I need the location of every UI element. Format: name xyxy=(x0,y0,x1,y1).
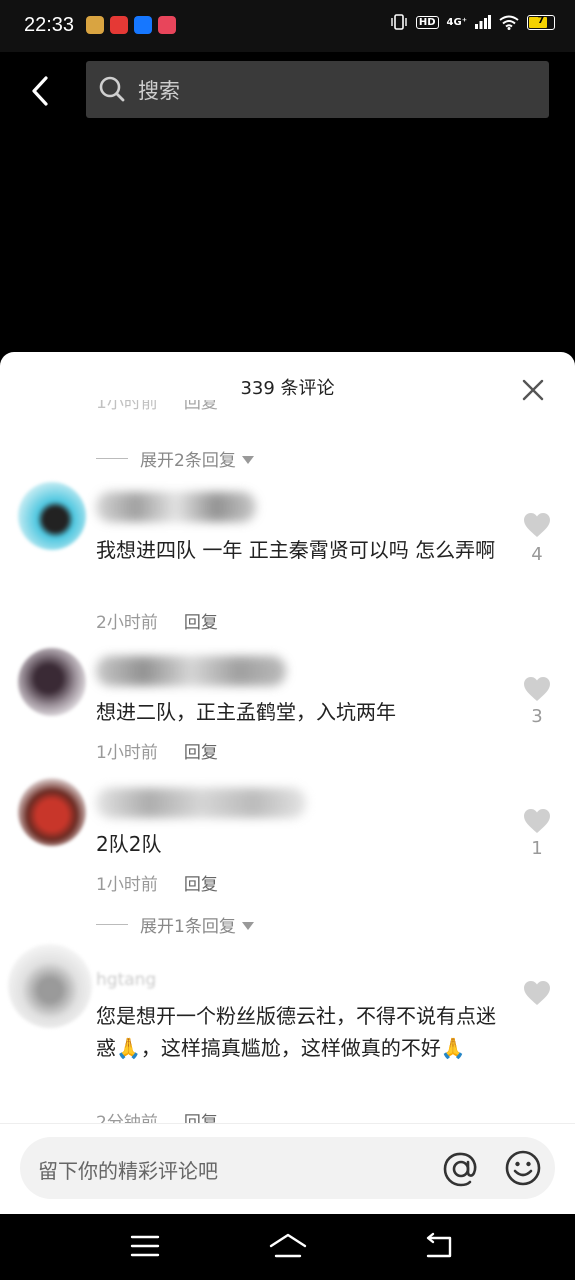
username-blurred[interactable] xyxy=(96,656,286,686)
like-count: 3 xyxy=(531,706,543,727)
heart-icon[interactable] xyxy=(523,676,551,702)
battery-icon: 7 xyxy=(527,14,555,30)
expand-replies-label: 展开1条回复 xyxy=(140,917,236,937)
back-nav-icon[interactable] xyxy=(422,1232,456,1260)
comment-meta: 2小时前 回复 xyxy=(96,608,218,633)
avatar[interactable] xyxy=(18,648,86,716)
wifi-icon xyxy=(499,15,519,30)
avatar[interactable] xyxy=(18,778,86,846)
comment-input-bar: 留下你的精彩评论吧 xyxy=(0,1123,575,1215)
username[interactable]: hgtang xyxy=(96,970,156,990)
app-notification-icon xyxy=(134,16,152,34)
divider-line xyxy=(96,924,128,925)
status-indicators: HD 4G⁺ 7 xyxy=(390,14,555,30)
battery-text: 7 xyxy=(537,14,545,26)
status-bar: 22:33 HD 4G⁺ 7 xyxy=(0,0,575,52)
menu-icon[interactable] xyxy=(128,1232,162,1260)
expand-replies-button[interactable]: 展开2条回复 xyxy=(96,446,254,471)
comment-meta: 1小时前 回复 xyxy=(96,738,218,763)
like-count: 4 xyxy=(531,544,543,565)
comment-text: 想进二队，正主孟鹤堂，入坑两年 xyxy=(96,700,396,724)
comment-input-placeholder: 留下你的精彩评论吧 xyxy=(38,1159,218,1183)
hd-badge: HD xyxy=(415,15,439,29)
app-notification-icon xyxy=(110,16,128,34)
comment-meta: 1小时前 回复 xyxy=(96,870,218,895)
avatar[interactable] xyxy=(8,944,92,1028)
network-type: 4G⁺ xyxy=(446,16,467,28)
divider-line xyxy=(96,458,128,459)
comment-text: 您是想开一个粉丝版德云社，不得不说有点迷惑🙏，这样搞真尴尬，这样做真的不好🙏 xyxy=(96,1004,496,1060)
home-icon[interactable] xyxy=(268,1232,308,1260)
search-icon xyxy=(99,76,125,102)
expand-replies-label: 展开2条回复 xyxy=(140,451,236,471)
reply-button[interactable]: 回复 xyxy=(184,608,218,633)
heart-icon[interactable] xyxy=(523,808,551,834)
comment-time: 1小时前 xyxy=(96,400,158,413)
heart-icon[interactable] xyxy=(523,512,551,538)
comment-time: 1小时前 xyxy=(96,743,158,763)
caret-down-icon xyxy=(241,455,254,464)
username-blurred[interactable] xyxy=(96,788,306,818)
close-icon[interactable] xyxy=(521,378,545,402)
search-placeholder: 搜索 xyxy=(138,79,180,103)
comment-sheet: 339 条评论 1小时前 回复 展开2条回复 我想进四队 一年 正主秦霄贤可以吗… xyxy=(0,352,575,1214)
search-input[interactable]: 搜索 xyxy=(86,61,549,118)
comment-time: 1小时前 xyxy=(96,875,158,895)
vibrate-icon xyxy=(391,14,407,30)
status-time: 22:33 xyxy=(24,14,75,36)
emoji-icon[interactable] xyxy=(505,1150,541,1186)
comment-count-title: 339 条评论 xyxy=(240,378,335,399)
username-blurred[interactable] xyxy=(96,492,256,522)
comment-time: 2小时前 xyxy=(96,613,158,633)
reply-button[interactable]: 回复 xyxy=(184,738,218,763)
signal-icon xyxy=(475,15,491,29)
reply-button[interactable]: 回复 xyxy=(184,870,218,895)
avatar[interactable] xyxy=(18,482,86,550)
comment-meta: 1小时前 回复 xyxy=(96,400,218,413)
like-count: 1 xyxy=(531,838,543,859)
system-nav-bar xyxy=(0,1214,575,1280)
app-notification-icon xyxy=(158,16,176,34)
expand-replies-button[interactable]: 展开1条回复 xyxy=(96,912,254,937)
at-mention-icon[interactable] xyxy=(442,1150,480,1188)
reply-button[interactable]: 回复 xyxy=(184,400,218,413)
comment-input[interactable]: 留下你的精彩评论吧 xyxy=(20,1137,555,1199)
comment-text: 我想进四队 一年 正主秦霄贤可以吗 怎么弄啊 xyxy=(96,538,496,562)
back-arrow-icon[interactable] xyxy=(26,74,56,108)
comment-text: 2队2队 xyxy=(96,832,162,856)
app-notification-icon xyxy=(86,16,104,34)
comment-list[interactable]: 1小时前 回复 展开2条回复 我想进四队 一年 正主秦霄贤可以吗 怎么弄啊 2小… xyxy=(0,400,575,1125)
top-bar: 搜索 xyxy=(0,52,575,132)
caret-down-icon xyxy=(241,921,254,930)
heart-icon[interactable] xyxy=(523,980,551,1006)
status-app-icons xyxy=(86,16,176,34)
